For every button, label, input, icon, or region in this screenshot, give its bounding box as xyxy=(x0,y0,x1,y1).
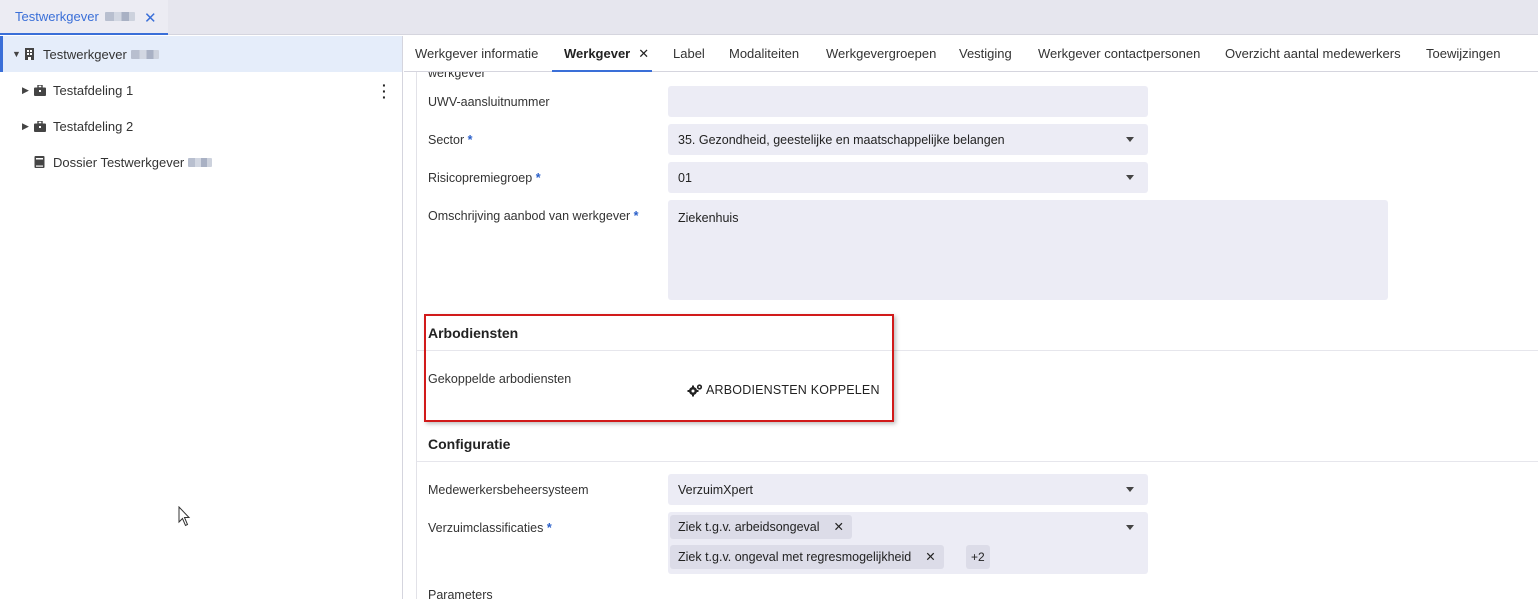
caret-down-icon[interactable]: ▼ xyxy=(12,49,24,59)
chip: Ziek t.g.v. ongeval met regresmogelijkhe… xyxy=(670,545,944,569)
chip-label: Ziek t.g.v. ongeval met regresmogelijkhe… xyxy=(678,550,912,564)
caret-right-icon[interactable]: ▶ xyxy=(22,121,34,132)
caret-right-icon[interactable]: ▶ xyxy=(22,85,34,96)
remove-chip-icon[interactable]: ✕ xyxy=(925,550,935,564)
cut-off-label: werkgever xyxy=(428,72,486,80)
top-tab-bar: Testwerkgever ✕ xyxy=(0,0,1538,35)
tree-item-label: Testafdeling 2 xyxy=(53,118,134,134)
briefcase-icon xyxy=(34,120,46,132)
sector-value: 35. Gezondheid, geestelijke en maatschap… xyxy=(678,133,1005,147)
tree-item-root[interactable]: ▼ Testwerkgever xyxy=(0,36,402,72)
detail-tab-bar: Werkgever informatie Werkgever ✕ Label Mo… xyxy=(404,36,1538,72)
omschrijving-textarea[interactable]: Ziekenhuis xyxy=(668,200,1388,300)
dropdown-arrow-icon xyxy=(1126,175,1134,180)
configuratie-title: Configuratie xyxy=(428,436,511,452)
top-tab-label: Testwerkgever xyxy=(15,9,99,24)
chip: Ziek t.g.v. arbeidsongeval ✕ xyxy=(670,515,852,539)
risico-label: Risicopremiegroep * xyxy=(428,171,541,185)
close-icon[interactable]: ✕ xyxy=(144,9,157,27)
form-content: werkgever UWV-aansluitnummer Sector * 35… xyxy=(416,72,1538,599)
tab-toewijzingen[interactable]: Toewijzingen xyxy=(1426,36,1500,72)
sidebar-tree: ▼ Testwerkgever ▶ Testafdeling 1 · · · ▶ T… xyxy=(0,36,403,599)
tab-modaliteiten[interactable]: Modaliteiten xyxy=(729,36,799,72)
risico-label-text: Risicopremiegroep xyxy=(428,171,533,185)
building-icon xyxy=(24,48,36,60)
tree-item-testafdeling-1[interactable]: ▶ Testafdeling 1 · · · xyxy=(0,72,402,108)
tab-werkgevergroepen[interactable]: Werkgevergroepen xyxy=(826,36,936,72)
tab-vestiging[interactable]: Vestiging xyxy=(959,36,1012,72)
uwv-label: UWV-aansluitnummer xyxy=(428,95,550,109)
required-marker: * xyxy=(467,133,473,147)
mbs-label: Medewerkersbeheersysteem xyxy=(428,483,589,497)
required-marker: * xyxy=(633,209,639,223)
close-icon[interactable]: ✕ xyxy=(638,46,649,61)
top-tab-testwerkgever[interactable]: Testwerkgever ✕ xyxy=(0,0,168,35)
omschrijving-label-text: Omschrijving aanbod van werkgever xyxy=(428,209,631,223)
parameters-label: Parameters xyxy=(428,588,493,599)
uwv-input[interactable] xyxy=(668,86,1148,117)
tab-werkgever-contactpersonen[interactable]: Werkgever contactpersonen xyxy=(1038,36,1200,72)
mbs-select[interactable]: VerzuimXpert xyxy=(668,474,1148,505)
section-divider xyxy=(417,350,1538,351)
mbs-value: VerzuimXpert xyxy=(678,483,754,497)
section-divider xyxy=(417,461,1538,462)
tree-item-label: Dossier Testwerkgever xyxy=(53,154,185,170)
verzuim-multiselect[interactable]: Ziek t.g.v. arbeidsongeval ✕ Ziek t.g.v. … xyxy=(668,512,1148,574)
dropdown-arrow-icon xyxy=(1126,137,1134,142)
chip-label: Ziek t.g.v. arbeidsongeval xyxy=(678,520,820,534)
book-icon xyxy=(34,156,46,168)
more-count-badge[interactable]: +2 xyxy=(966,545,990,569)
tree-item-label: Testafdeling 1 xyxy=(53,82,134,98)
tab-werkgever[interactable]: Werkgever ✕ xyxy=(552,36,652,72)
verzuim-label: Verzuimclassificaties * xyxy=(428,521,552,535)
more-vertical-icon[interactable]: · · · xyxy=(382,78,387,104)
risico-value: 01 xyxy=(678,171,692,185)
omschrijving-value: Ziekenhuis xyxy=(678,211,739,225)
arbodiensten-koppelen-button[interactable]: ARBODIENSTEN KOPPELEN xyxy=(687,380,880,400)
tab-label-tab[interactable]: Label xyxy=(673,36,705,72)
blurred-text xyxy=(104,12,135,21)
cogs-icon xyxy=(687,383,703,397)
omschrijving-label: Omschrijving aanbod van werkgever * xyxy=(428,209,639,223)
tab-label: Werkgever xyxy=(564,46,631,61)
tab-werkgever-informatie[interactable]: Werkgever informatie xyxy=(415,36,538,72)
sector-label-text: Sector xyxy=(428,133,465,147)
button-label: ARBODIENSTEN KOPPELEN xyxy=(706,383,880,397)
remove-chip-icon[interactable]: ✕ xyxy=(834,520,844,534)
required-marker: * xyxy=(546,521,552,535)
tree-root-label: Testwerkgever xyxy=(43,46,127,62)
required-marker: * xyxy=(535,171,541,185)
tree-item-testafdeling-2[interactable]: ▶ Testafdeling 2 xyxy=(0,108,402,144)
tab-overzicht-aantal-medewerkers[interactable]: Overzicht aantal medewerkers xyxy=(1225,36,1401,72)
sector-select[interactable]: 35. Gezondheid, geestelijke en maatschap… xyxy=(668,124,1148,155)
mouse-cursor-icon xyxy=(178,505,192,531)
dropdown-arrow-icon xyxy=(1126,525,1134,530)
briefcase-icon xyxy=(34,84,46,96)
verzuim-label-text: Verzuimclassificaties xyxy=(428,521,544,535)
blurred-text xyxy=(130,49,159,59)
dropdown-arrow-icon xyxy=(1126,487,1134,492)
risico-select[interactable]: 01 xyxy=(668,162,1148,193)
arbodiensten-title: Arbodiensten xyxy=(428,325,519,341)
sector-label: Sector * xyxy=(428,133,473,147)
tree-item-dossier[interactable]: Dossier Testwerkgever xyxy=(0,144,402,180)
gekoppelde-arbodiensten-label: Gekoppelde arbodiensten xyxy=(428,372,572,386)
blurred-text xyxy=(188,157,213,167)
